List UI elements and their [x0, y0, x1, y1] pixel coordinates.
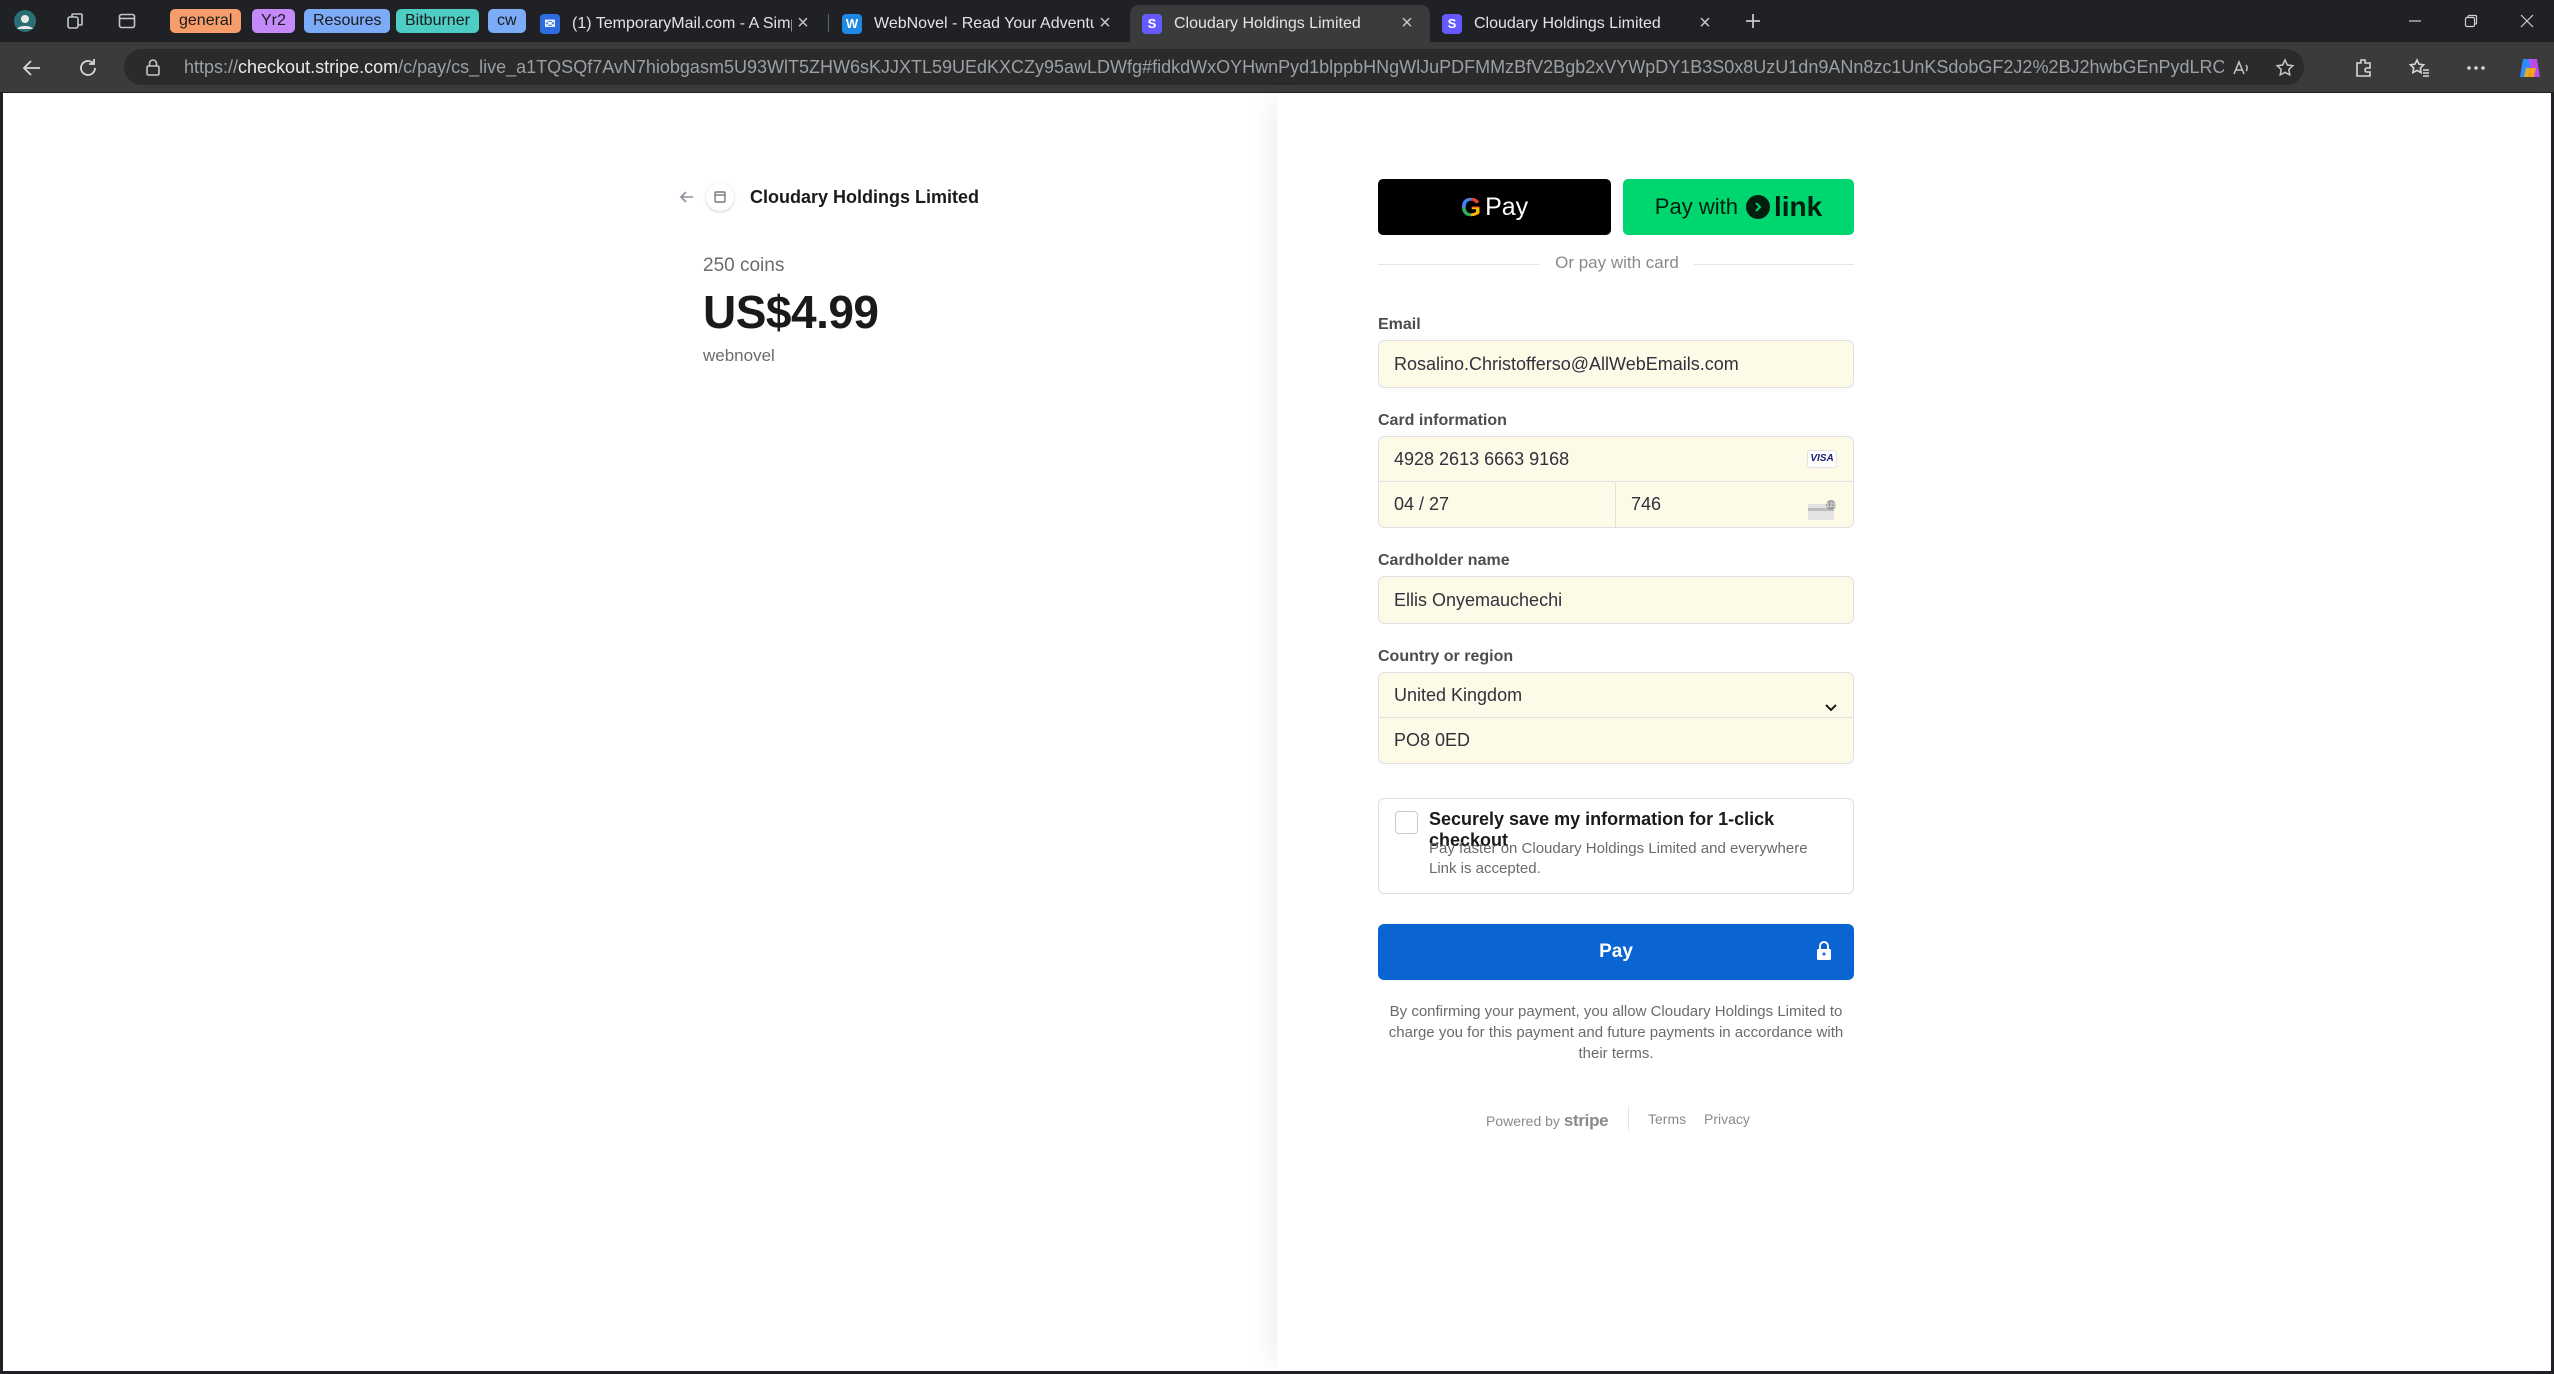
merchant-name: Cloudary Holdings Limited	[750, 186, 980, 207]
tab-group-general[interactable]: general	[170, 9, 242, 33]
consent-text: By confirming your payment, you allow Cl…	[1388, 1003, 1844, 1062]
card-number-field[interactable]: 4928 2613 6663 9168 VISA	[1379, 437, 1853, 482]
close-tab-icon[interactable]: ×	[1094, 12, 1116, 35]
url-text[interactable]: https://checkout.stripe.com/c/pay/cs_liv…	[184, 49, 2224, 85]
lock-icon	[1814, 940, 1834, 962]
pay-button[interactable]: Pay	[1378, 924, 1854, 980]
cvc-card-icon: 123	[1807, 494, 1837, 539]
link-pay-button[interactable]: Pay with link	[1623, 179, 1854, 235]
back-icon[interactable]	[16, 52, 48, 84]
tab-group-cw[interactable]: cw	[488, 9, 526, 33]
privacy-link[interactable]: Privacy	[1704, 1111, 1750, 1127]
visa-card-icon: VISA	[1807, 450, 1837, 468]
mail-icon: ✉	[540, 13, 560, 34]
wallet-buttons: G Pay Pay with link	[1378, 179, 1854, 235]
card-cvc-value: 746	[1631, 494, 1662, 514]
gpay-label: Pay	[1485, 192, 1529, 221]
webnovel-icon: W	[842, 13, 862, 34]
tab-temporarymail[interactable]: ✉ (1) TemporaryMail.com - A Simple ×	[528, 5, 826, 42]
link-arrow-icon	[1745, 195, 1770, 219]
tab-cloudary[interactable]: S Cloudary Holdings Limited ×	[1430, 5, 1728, 42]
refresh-icon[interactable]	[72, 52, 104, 84]
read-aloud-icon[interactable]	[2230, 57, 2252, 79]
postcode-field[interactable]: PO8 0ED	[1379, 718, 1853, 763]
close-tab-icon[interactable]: ×	[1694, 12, 1716, 35]
close-tab-icon[interactable]: ×	[1396, 12, 1418, 35]
terms-link[interactable]: Terms	[1648, 1111, 1686, 1127]
tab-title: WebNovel - Read Your Adventure	[874, 14, 1094, 32]
browser-toolbar: https://checkout.stripe.com/c/pay/cs_liv…	[0, 42, 2554, 92]
favorites-icon[interactable]	[2404, 52, 2436, 84]
tab-title: (1) TemporaryMail.com - A Simple	[572, 14, 792, 32]
product-description: webnovel	[703, 346, 775, 365]
country-value: United Kingdom	[1394, 685, 1523, 705]
stripe-icon: S	[1142, 13, 1162, 34]
email-field[interactable]: Rosalino.Christofferso@AllWebEmails.com	[1378, 340, 1854, 388]
address-bar[interactable]: https://checkout.stripe.com/c/pay/cs_liv…	[124, 49, 2304, 85]
favorite-star-icon[interactable]	[2274, 57, 2296, 79]
tab-webnovel[interactable]: W WebNovel - Read Your Adventure ×	[830, 5, 1128, 42]
postcode-value: PO8 0ED	[1394, 730, 1471, 750]
restore-icon[interactable]	[2448, 6, 2494, 36]
card-info-group: 4928 2613 6663 9168 VISA 04 / 27 746 123	[1378, 436, 1854, 528]
card-cvc-field[interactable]: 746 123	[1616, 482, 1853, 527]
minimize-icon[interactable]	[2392, 6, 2438, 36]
product-name: 250 coins	[703, 255, 785, 276]
link-logo-text: link	[1773, 191, 1823, 222]
powered-by-stripe[interactable]: Powered by stripe	[1486, 1111, 1609, 1131]
tab-group-resoures[interactable]: Resoures	[304, 9, 391, 33]
tab-cloudary-active[interactable]: S Cloudary Holdings Limited ×	[1130, 5, 1430, 42]
card-expiry-value: 04 / 27	[1394, 494, 1450, 514]
save-info-subtitle: Pay faster on Cloudary Holdings Limited …	[1429, 840, 1808, 877]
lock-icon[interactable]	[144, 58, 162, 76]
merchant-header: Cloudary Holdings Limited	[676, 182, 979, 212]
cardholder-name-field[interactable]: Ellis Onyemauchechi	[1378, 576, 1854, 624]
footer-divider	[1628, 1107, 1629, 1131]
price-amount: US$4.99	[703, 286, 879, 338]
workspaces-icon[interactable]	[62, 8, 88, 34]
tab-divider	[828, 14, 829, 32]
save-info-box: Securely save my information for 1-click…	[1378, 798, 1854, 894]
pay-button-label: Pay	[1599, 941, 1633, 962]
google-g-icon: G	[1460, 191, 1482, 222]
extensions-icon[interactable]	[2348, 52, 2380, 84]
tab-bar: general Yr2 Resoures Bitburner cw ✉ (1) …	[0, 0, 2554, 42]
google-pay-button[interactable]: G Pay	[1378, 179, 1611, 235]
close-window-icon[interactable]	[2504, 6, 2550, 36]
card-info-label: Card information	[1378, 412, 1507, 429]
email-label: Email	[1378, 316, 1421, 333]
back-arrow-icon[interactable]	[676, 186, 698, 208]
tab-title: Cloudary Holdings Limited	[1474, 14, 1661, 32]
checkout-page: Cloudary Holdings Limited 250 coins US$4…	[3, 93, 2551, 1371]
card-number-value: 4928 2613 6663 9168	[1394, 449, 1570, 469]
close-tab-icon[interactable]: ×	[792, 12, 814, 35]
footer: Powered by stripe Terms Privacy	[1378, 1107, 1854, 1131]
copilot-icon[interactable]	[2514, 52, 2546, 84]
profile-avatar-icon[interactable]	[12, 8, 38, 34]
tab-title: Cloudary Holdings Limited	[1174, 14, 1361, 32]
new-tab-icon[interactable]	[1740, 8, 1766, 34]
more-options-icon[interactable]	[2460, 52, 2492, 84]
link-prefix: Pay with	[1654, 194, 1738, 219]
stripe-icon: S	[1442, 13, 1462, 34]
merchant-store-icon	[706, 183, 734, 211]
svg-text:123: 123	[1826, 503, 1837, 509]
cardholder-name-value: Ellis Onyemauchechi	[1394, 590, 1563, 610]
email-value: Rosalino.Christofferso@AllWebEmails.com	[1394, 354, 1739, 374]
address-group: United Kingdom PO8 0ED	[1378, 672, 1854, 764]
or-pay-with-card: Or pay with card	[1540, 253, 1694, 273]
tab-group-bitburner[interactable]: Bitburner	[396, 9, 479, 33]
country-label: Country or region	[1378, 648, 1514, 665]
country-select[interactable]: United Kingdom	[1379, 673, 1853, 718]
card-expiry-field[interactable]: 04 / 27	[1379, 482, 1616, 527]
save-info-checkbox[interactable]	[1395, 811, 1418, 834]
vertical-tabs-icon[interactable]	[114, 8, 140, 34]
tab-group-yr2[interactable]: Yr2	[252, 9, 295, 33]
cardholder-label: Cardholder name	[1378, 552, 1510, 569]
